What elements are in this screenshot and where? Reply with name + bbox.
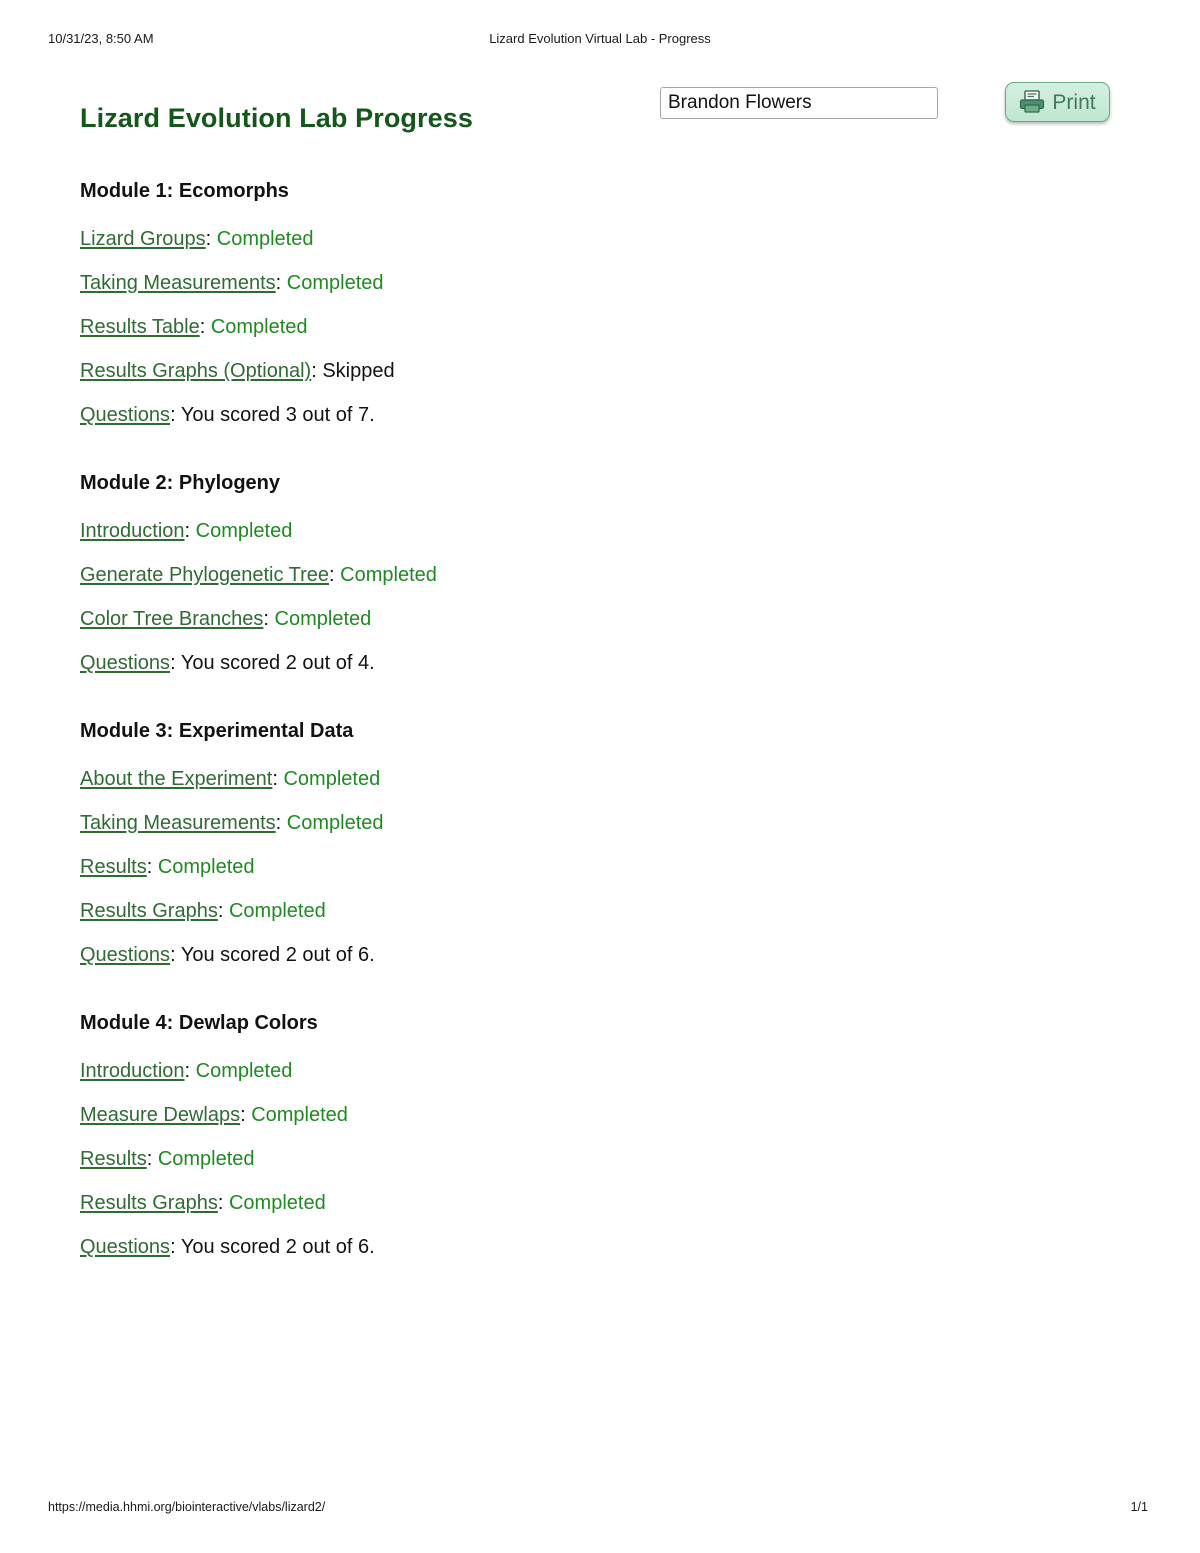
- module-item-separator: :: [184, 1060, 196, 1082]
- module-item-link[interactable]: Questions: [80, 944, 170, 966]
- module-item-link[interactable]: Questions: [80, 1236, 170, 1258]
- module-item: Introduction: Completed: [80, 520, 980, 542]
- module-item-separator: :: [170, 652, 181, 674]
- module-item-status: You scored 2 out of 6.: [180, 944, 375, 966]
- module-item-separator: :: [263, 608, 275, 630]
- module-item: Generate Phylogenetic Tree: Completed: [80, 564, 980, 586]
- module-item-status: You scored 3 out of 7.: [180, 404, 375, 426]
- module-item: Results Graphs: Completed: [80, 900, 980, 922]
- module-progress-list: Module 1: Ecomorphs Lizard Groups: Compl…: [80, 180, 980, 1258]
- module-item: Results Graphs (Optional): Skipped: [80, 360, 980, 382]
- module-section: Module 1: Ecomorphs Lizard Groups: Compl…: [80, 180, 980, 426]
- page-content: Lizard Evolution Lab Progress Print Modu…: [0, 0, 1200, 1553]
- module-item-separator: :: [205, 228, 217, 250]
- module-item: Questions: You scored 3 out of 7.: [80, 404, 980, 426]
- print-footer: https://media.hhmi.org/biointeractive/vl…: [0, 1500, 1200, 1520]
- print-footer-url: https://media.hhmi.org/biointeractive/vl…: [48, 1500, 326, 1514]
- module-item-link[interactable]: Results Graphs: [80, 1192, 218, 1214]
- module-item: Results Graphs: Completed: [80, 1192, 980, 1214]
- module-item-status: Completed: [195, 1060, 293, 1082]
- module-item-separator: :: [272, 768, 284, 790]
- module-item: Questions: You scored 2 out of 4.: [80, 652, 980, 674]
- module-item-separator: :: [170, 404, 181, 426]
- module-item-link[interactable]: Taking Measurements: [80, 812, 276, 834]
- progress-toolbar: Lizard Evolution Lab Progress Print: [80, 80, 1140, 133]
- module-item-link[interactable]: Results Graphs: [80, 900, 218, 922]
- module-item-link[interactable]: Measure Dewlaps: [80, 1104, 240, 1126]
- module-item-link[interactable]: Introduction: [80, 1060, 185, 1082]
- module-section: Module 3: Experimental Data About the Ex…: [80, 720, 980, 966]
- module-item-separator: :: [275, 812, 287, 834]
- student-name-input[interactable]: [660, 87, 938, 119]
- print-footer-page-number: 1/1: [1130, 1500, 1148, 1514]
- module-item-link[interactable]: Results Table: [80, 316, 200, 338]
- module-item-status: Completed: [157, 856, 255, 878]
- module-title: Module 3: Experimental Data: [80, 720, 354, 742]
- module-item-status: You scored 2 out of 4.: [180, 652, 375, 674]
- module-item-status: Completed: [228, 1192, 326, 1214]
- module-item-status: Completed: [283, 768, 381, 790]
- module-item: About the Experiment: Completed: [80, 768, 980, 790]
- module-item-status: Completed: [228, 900, 326, 922]
- module-item: Measure Dewlaps: Completed: [80, 1104, 980, 1126]
- module-item-link[interactable]: About the Experiment: [80, 768, 272, 790]
- module-item-link[interactable]: Generate Phylogenetic Tree: [80, 564, 329, 586]
- module-item-separator: :: [311, 360, 323, 382]
- module-item-status: Completed: [157, 1148, 255, 1170]
- module-item-separator: :: [170, 944, 181, 966]
- module-item-separator: :: [240, 1104, 252, 1126]
- module-item: Taking Measurements: Completed: [80, 272, 980, 294]
- printer-icon: [1019, 90, 1045, 114]
- module-item-status: Completed: [286, 272, 384, 294]
- module-item-separator: :: [146, 856, 158, 878]
- module-item-separator: :: [170, 1236, 181, 1258]
- module-item-separator: :: [146, 1148, 158, 1170]
- module-item-status: Completed: [286, 812, 384, 834]
- module-item-separator: :: [184, 520, 196, 542]
- module-item-link[interactable]: Questions: [80, 652, 170, 674]
- module-item-link[interactable]: Color Tree Branches: [80, 608, 263, 630]
- module-item-link[interactable]: Lizard Groups: [80, 228, 206, 250]
- module-item-link[interactable]: Taking Measurements: [80, 272, 276, 294]
- module-title: Module 2: Phylogeny: [80, 472, 281, 494]
- module-item-separator: :: [329, 564, 341, 586]
- module-item-status: Completed: [274, 608, 372, 630]
- module-item: Introduction: Completed: [80, 1060, 980, 1082]
- module-item-status: Skipped: [322, 360, 395, 382]
- module-item: Results: Completed: [80, 856, 980, 878]
- page-title: Lizard Evolution Lab Progress: [80, 103, 473, 134]
- module-item-separator: :: [217, 900, 229, 922]
- module-title: Module 1: Ecomorphs: [80, 180, 289, 202]
- module-item-link[interactable]: Questions: [80, 404, 170, 426]
- module-item-link[interactable]: Results Graphs (Optional): [80, 360, 311, 382]
- module-item: Lizard Groups: Completed: [80, 228, 980, 250]
- module-item-link[interactable]: Results: [80, 1148, 147, 1170]
- module-item-separator: :: [199, 316, 211, 338]
- module-item-status: You scored 2 out of 6.: [180, 1236, 375, 1258]
- module-section: Module 4: Dewlap Colors Introduction: Co…: [80, 1012, 980, 1258]
- module-title: Module 4: Dewlap Colors: [80, 1012, 318, 1034]
- print-button[interactable]: Print: [1005, 82, 1110, 122]
- module-item: Color Tree Branches: Completed: [80, 608, 980, 630]
- module-item: Results: Completed: [80, 1148, 980, 1170]
- module-item-status: Completed: [195, 520, 293, 542]
- module-item-status: Completed: [216, 228, 314, 250]
- print-button-label: Print: [1052, 90, 1096, 114]
- module-item: Taking Measurements: Completed: [80, 812, 980, 834]
- module-item: Questions: You scored 2 out of 6.: [80, 1236, 980, 1258]
- module-item-separator: :: [275, 272, 287, 294]
- module-item-link[interactable]: Results: [80, 856, 147, 878]
- module-item-link[interactable]: Introduction: [80, 520, 185, 542]
- module-item-separator: :: [217, 1192, 229, 1214]
- module-item-status: Completed: [251, 1104, 348, 1126]
- module-item-status: Completed: [210, 316, 308, 338]
- module-item-status: Completed: [340, 564, 437, 586]
- module-item: Questions: You scored 2 out of 6.: [80, 944, 980, 966]
- module-item: Results Table: Completed: [80, 316, 980, 338]
- module-section: Module 2: Phylogeny Introduction: Comple…: [80, 472, 980, 674]
